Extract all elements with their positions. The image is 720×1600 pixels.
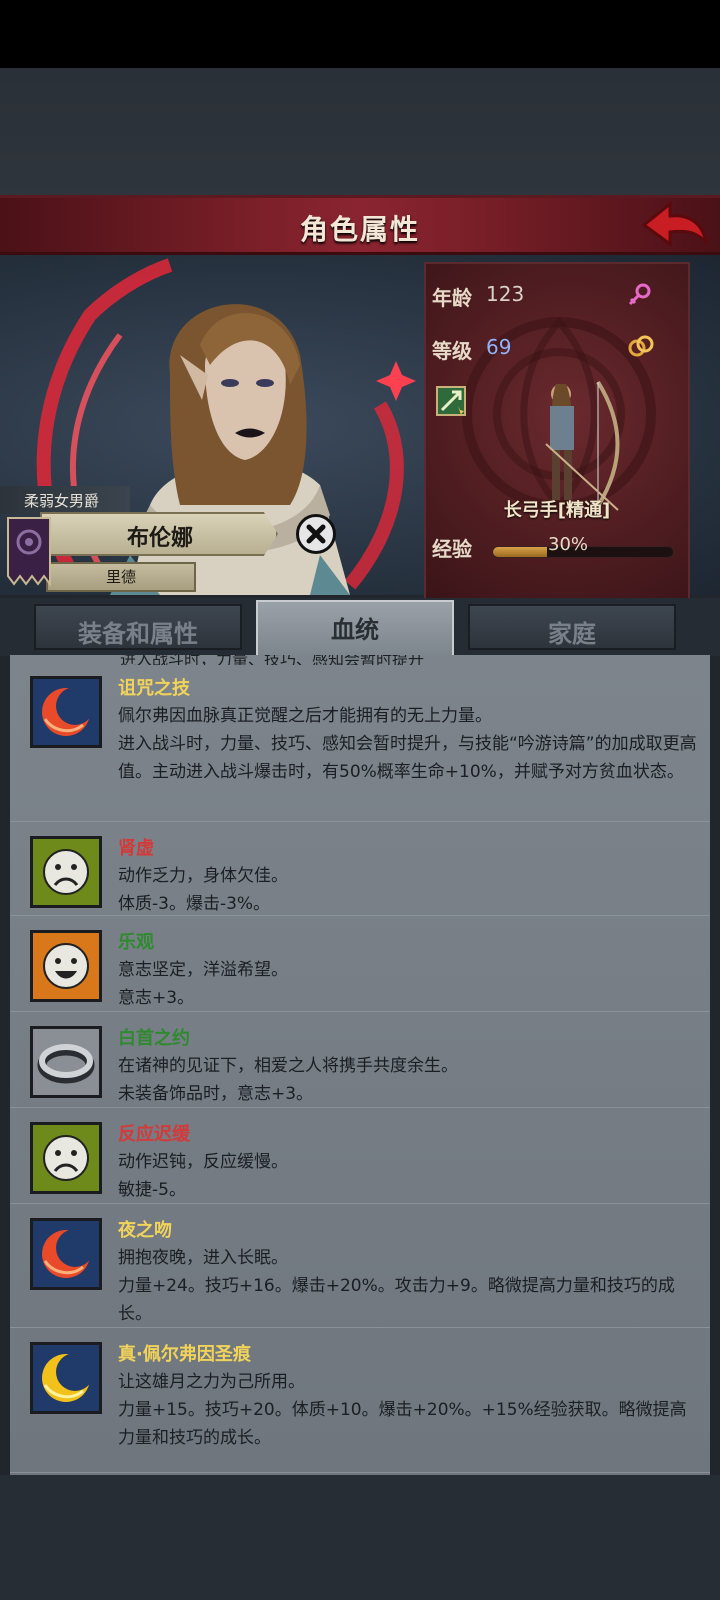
age-value: 123: [486, 282, 525, 306]
trait-row[interactable]: 诅咒之技佩尔弗因血脉真正觉醒之后才能拥有的无上力量。 进入战斗时，力量、技巧、感…: [10, 662, 710, 822]
trait-description: 在诸神的见证下，相爱之人将携手共度余生。 未装备饰品时，意志+3。: [118, 1056, 458, 1104]
age-label: 年龄: [432, 286, 472, 310]
exp-progress-fill: [493, 547, 547, 557]
status-bar: [0, 0, 720, 68]
top-background: [0, 68, 720, 196]
character-title: 柔弱女男爵: [0, 486, 130, 514]
trait-row[interactable]: 反应迟缓动作迟钝，反应缓慢。 敏捷-5。: [10, 1108, 710, 1204]
family-banner-icon: [7, 517, 51, 586]
exp-percent: 30%: [548, 534, 589, 555]
class-name: 长弓手[精通]: [503, 500, 611, 521]
page-header: 角色属性: [0, 195, 720, 255]
wedding-rings-icon: [628, 335, 654, 357]
trait-description: 意志坚定，洋溢希望。 意志+3。: [118, 960, 288, 1008]
game-screen: { "header": { "title": "角色属性" }, "charac…: [0, 0, 720, 1600]
level-label: 等级: [432, 339, 472, 363]
trait-row[interactable]: 夜之吻拥抱夜晚，进入长眠。 力量+24。技巧+16。爆击+20%。攻击力+9。略…: [10, 1204, 710, 1328]
trait-name: 乐观: [118, 932, 154, 953]
family-name[interactable]: 里德: [46, 566, 196, 587]
tab-family[interactable]: 家庭: [468, 604, 676, 650]
ring-icon: [30, 1026, 102, 1098]
tab-bloodline[interactable]: 血统: [256, 600, 454, 658]
trait-name: 肾虚: [118, 838, 154, 859]
trait-description: 佩尔弗因血脉真正觉醒之后才能拥有的无上力量。 进入战斗时，力量、技巧、感知会暂时…: [118, 706, 697, 782]
sad-face-icon: [30, 1122, 102, 1194]
trait-name: 诅咒之技: [118, 678, 190, 699]
trait-description: 动作乏力，身体欠佳。 体质-3。爆击-3%。: [118, 866, 288, 914]
trait-row[interactable]: 肾虚动作乏力，身体欠佳。 体质-3。爆击-3%。: [10, 822, 710, 916]
trait-description: 让这雄月之力为己所用。 力量+15。技巧+20。体质+10。爆击+20%。+15…: [118, 1372, 687, 1448]
exp-label: 经验: [432, 537, 472, 561]
trait-name: 反应迟缓: [118, 1124, 190, 1145]
tab-equipment[interactable]: 装备和属性: [34, 604, 242, 650]
trait-name: 白首之约: [118, 1028, 190, 1049]
level-value: 69: [486, 335, 512, 359]
close-icon: [306, 524, 326, 544]
dismiss-button[interactable]: [296, 514, 336, 554]
page-title: 角色属性: [299, 213, 420, 246]
back-arrow-icon[interactable]: [640, 198, 710, 252]
happy-face-icon: [30, 930, 102, 1002]
red-crescent-icon: [30, 676, 102, 748]
trait-name: 真·佩尔弗因圣痕: [118, 1344, 251, 1365]
class-skill-icon[interactable]: [436, 386, 466, 416]
trait-description: 拥抱夜晚，进入长眠。 力量+24。技巧+16。爆击+20%。攻击力+9。略微提高…: [118, 1248, 675, 1324]
trait-row[interactable]: 乐观意志坚定，洋溢希望。 意志+3。: [10, 916, 710, 1012]
character-name[interactable]: 布伦娜: [60, 520, 260, 552]
female-symbol-icon: [628, 283, 651, 306]
trait-row[interactable]: 白首之约在诸神的见证下，相爱之人将携手共度余生。 未装备饰品时，意志+3。: [10, 1012, 710, 1108]
bottom-background: [0, 1475, 720, 1600]
sad-face-icon: [30, 836, 102, 908]
gold-crescent-icon: [30, 1342, 102, 1414]
class-figure: [545, 380, 620, 511]
trait-row[interactable]: 真·佩尔弗因圣痕让这雄月之力为己所用。 力量+15。技巧+20。体质+10。爆击…: [10, 1328, 710, 1473]
trait-name: 夜之吻: [118, 1220, 172, 1241]
red-crescent-icon: [30, 1218, 102, 1290]
trait-description: 动作迟钝，反应缓慢。 敏捷-5。: [118, 1152, 288, 1200]
